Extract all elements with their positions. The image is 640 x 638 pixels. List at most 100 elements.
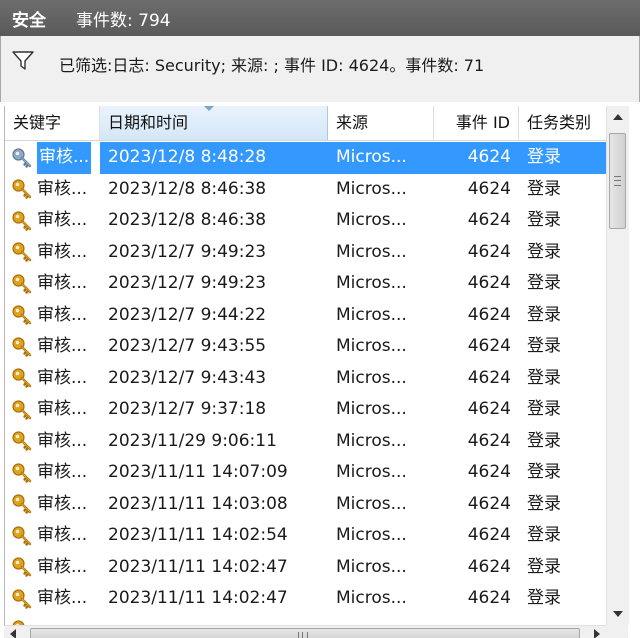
cell-task-category: 登录 [527, 430, 561, 451]
table-row[interactable] [5, 614, 606, 626]
column-header-event-id[interactable]: 事件 ID [434, 106, 519, 140]
table-row[interactable]: 审核... 2023/12/8 8:48:28 Micros... 4624 登录 [5, 142, 606, 174]
events-table[interactable]: 关键字 日期和时间 来源 事件 ID 任务类别 审核... 2023/12/8 8… [4, 106, 606, 625]
table-row[interactable]: 审核... 2023/12/7 9:43:43 Micros... 4624 登录 [5, 362, 606, 394]
key-icon [11, 462, 33, 484]
key-icon [11, 147, 33, 169]
cell-source: Micros... [336, 273, 407, 293]
arrow-up-icon [613, 114, 623, 120]
table-row[interactable]: 审核... 2023/12/7 9:43:55 Micros... 4624 登录 [5, 331, 606, 363]
cell-keyword: 审核... [5, 551, 100, 583]
keyword-text: 审核... [37, 336, 88, 356]
cell-datetime: 2023/11/11 14:02:47 [108, 588, 288, 608]
cell-keyword: 审核... [5, 173, 100, 205]
cell-source: Micros... [336, 304, 407, 325]
key-icon [11, 556, 33, 578]
keyword-text: 审核... [37, 273, 88, 293]
table-row[interactable]: 审核... 2023/11/11 14:03:08 Micros... 4624 登录 [5, 488, 606, 520]
cell-task-category: 登录 [527, 178, 561, 199]
column-header-keyword[interactable]: 关键字 [5, 106, 100, 140]
event-count: 事件数: 794 [76, 10, 171, 31]
cell-task-category: 登录 [527, 588, 561, 608]
table-row[interactable]: 审核... 2023/11/11 14:02:47 Micros... 4624 登录 [5, 583, 606, 615]
cell-datetime: 2023/12/8 8:48:28 [108, 147, 267, 167]
log-name: 安全 [12, 10, 46, 31]
table-row[interactable]: 审核... 2023/12/7 9:44:22 Micros... 4624 登录 [5, 299, 606, 331]
arrow-down-icon [613, 611, 623, 617]
cell-keyword: 审核... [5, 331, 100, 363]
keyword-text: 审核... [37, 493, 88, 514]
key-icon [11, 210, 33, 232]
keyword-text: 审核... [37, 304, 88, 325]
cell-keyword: 审核... [5, 520, 100, 552]
scroll-up-button[interactable] [607, 106, 629, 128]
cell-event-id: 4624 [467, 462, 511, 482]
cell-keyword: 审核... [5, 142, 100, 174]
scroll-right-button[interactable] [594, 629, 600, 638]
table-row[interactable]: 审核... 2023/12/8 8:46:38 Micros... 4624 登录 [5, 205, 606, 237]
cell-datetime: 2023/11/29 9:06:11 [108, 430, 277, 451]
cell-datetime: 2023/11/11 14:03:08 [108, 493, 288, 514]
cell-source: Micros... [336, 525, 407, 545]
cell-task-category: 登录 [527, 336, 561, 356]
cell-event-id: 4624 [467, 367, 511, 388]
cell-source: Micros... [336, 147, 407, 167]
cell-task-category: 登录 [527, 556, 561, 577]
column-header-source[interactable]: 来源 [328, 106, 434, 140]
cell-task-category: 登录 [527, 525, 561, 545]
cell-task-category: 登录 [527, 367, 561, 388]
keyword-text: 审核... [37, 367, 88, 388]
table-body: 审核... 2023/12/8 8:48:28 Micros... 4624 登录 审核.… [5, 142, 606, 625]
cell-source: Micros... [336, 241, 407, 262]
table-row[interactable]: 审核... 2023/12/7 9:49:23 Micros... 4624 登录 [5, 268, 606, 300]
vertical-scrollbar[interactable] [606, 106, 629, 625]
cell-datetime: 2023/12/8 8:46:38 [108, 210, 267, 230]
key-icon [11, 525, 33, 547]
table-row[interactable]: 审核... 2023/11/11 14:02:54 Micros... 4624 登录 [5, 520, 606, 552]
key-icon [11, 273, 33, 295]
keyword-text: 审核... [37, 241, 88, 262]
cell-task-category: 登录 [527, 304, 561, 325]
vertical-scroll-thumb[interactable] [609, 133, 626, 229]
cell-datetime: 2023/12/7 9:43:55 [108, 336, 267, 356]
table-row[interactable]: 审核... 2023/12/8 8:46:38 Micros... 4624 登录 [5, 173, 606, 205]
cell-event-id: 4624 [467, 430, 511, 451]
column-header-datetime-label: 日期和时间 [108, 113, 189, 132]
keyword-text: 审核... [37, 462, 88, 482]
event-viewer-pane: 安全 事件数: 794 已筛选:日志: Security; 来源: ; 事件 I… [0, 0, 640, 638]
cell-source: Micros... [336, 367, 407, 388]
horizontal-scrollbar[interactable] [4, 625, 606, 638]
column-header-datetime[interactable]: 日期和时间 [100, 106, 328, 140]
table-row[interactable]: 审核... 2023/12/7 9:37:18 Micros... 4624 登录 [5, 394, 606, 426]
cell-source [328, 615, 434, 626]
table-row[interactable]: 审核... 2023/11/11 14:02:47 Micros... 4624 登录 [5, 551, 606, 583]
cell-task-category: 登录 [527, 399, 561, 419]
cell-keyword [5, 614, 100, 625]
cell-datetime: 2023/12/8 8:46:38 [108, 178, 267, 199]
cell-task-category [519, 615, 606, 626]
key-icon [11, 241, 33, 263]
cell-keyword: 审核... [5, 488, 100, 520]
table-row[interactable]: 审核... 2023/12/7 9:49:23 Micros... 4624 登录 [5, 236, 606, 268]
key-icon [11, 588, 33, 610]
cell-datetime: 2023/12/7 9:37:18 [108, 399, 267, 419]
cell-event-id: 4624 [467, 241, 511, 262]
cell-task-category: 登录 [527, 241, 561, 262]
cell-source: Micros... [336, 399, 407, 419]
scroll-left-button[interactable] [10, 629, 16, 638]
scroll-down-button[interactable] [607, 603, 629, 625]
cell-keyword: 审核... [5, 299, 100, 331]
cell-keyword: 审核... [5, 394, 100, 426]
funnel-icon [12, 51, 34, 70]
cell-task-category: 登录 [527, 273, 561, 293]
column-header-task-category[interactable]: 任务类别 [519, 106, 606, 140]
cell-event-id: 4624 [467, 147, 511, 167]
table-row[interactable]: 审核... 2023/11/11 14:07:09 Micros... 4624 登录 [5, 457, 606, 489]
cell-keyword: 审核... [5, 268, 100, 300]
cell-source: Micros... [336, 178, 407, 199]
horizontal-scroll-thumb[interactable] [30, 628, 580, 638]
keyword-text: 审核... [35, 142, 93, 174]
table-row[interactable]: 审核... 2023/11/29 9:06:11 Micros... 4624 登录 [5, 425, 606, 457]
key-icon [11, 304, 33, 326]
filter-bar: 已筛选:日志: Security; 来源: ; 事件 ID: 4624。事件数:… [0, 36, 640, 103]
